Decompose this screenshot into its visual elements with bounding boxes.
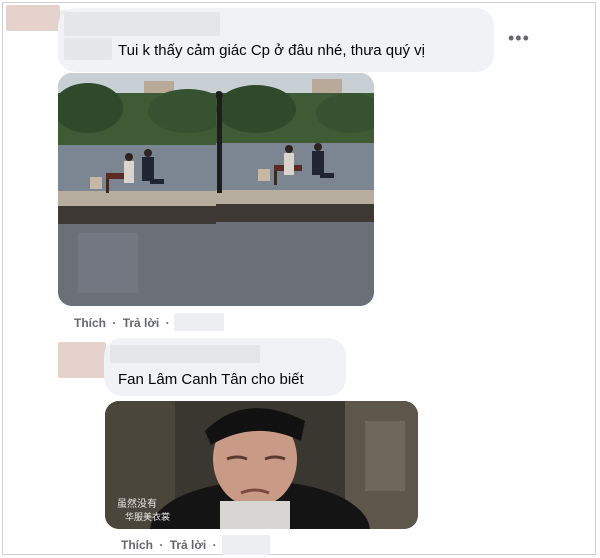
comment-photo-1[interactable]: [58, 73, 216, 306]
like-link-1[interactable]: Thích: [74, 316, 106, 330]
lake-bench-photo-1: [58, 73, 216, 306]
timestamp-redacted-1[interactable]: [174, 313, 224, 331]
reply-link-1[interactable]: Trả lời: [123, 316, 160, 330]
name-redacted-small-1: [64, 38, 112, 60]
separator-dot: ·: [212, 538, 217, 552]
timestamp-redacted-2[interactable]: [222, 535, 270, 555]
commenter-name-redacted-1b[interactable]: [64, 12, 220, 36]
commenter-name-redacted-2[interactable]: [110, 345, 260, 363]
comment-text-1: Tui k thấy cảm giác Cp ở đâu nhé, thưa q…: [118, 42, 425, 59]
separator-dot: ·: [159, 538, 164, 552]
media-subtitle-line-2: 华服美衣裳: [125, 513, 171, 523]
reply-link-2[interactable]: Trả lời: [170, 538, 207, 552]
more-horizontal-icon[interactable]: •••: [508, 28, 530, 49]
comment-actions-2: Thích · Trả lời ·: [121, 538, 220, 552]
lake-bench-photo-2: [216, 73, 374, 306]
commenter-avatar-2[interactable]: [58, 342, 106, 378]
commenter-avatar-1[interactable]: [6, 5, 60, 31]
comment-photo-2[interactable]: [216, 73, 374, 306]
comment-text-2: Fan Lâm Canh Tân cho biết: [118, 371, 304, 388]
separator-dot: ·: [165, 316, 170, 330]
separator-dot: ·: [112, 316, 117, 330]
like-link-2[interactable]: Thích: [121, 538, 153, 552]
comment-actions-1: Thích · Trả lời ·: [74, 316, 173, 330]
comment-media-2[interactable]: 虽然没有 华服美衣裳: [105, 401, 418, 529]
media-subtitle-line-1: 虽然没有: [117, 499, 157, 510]
